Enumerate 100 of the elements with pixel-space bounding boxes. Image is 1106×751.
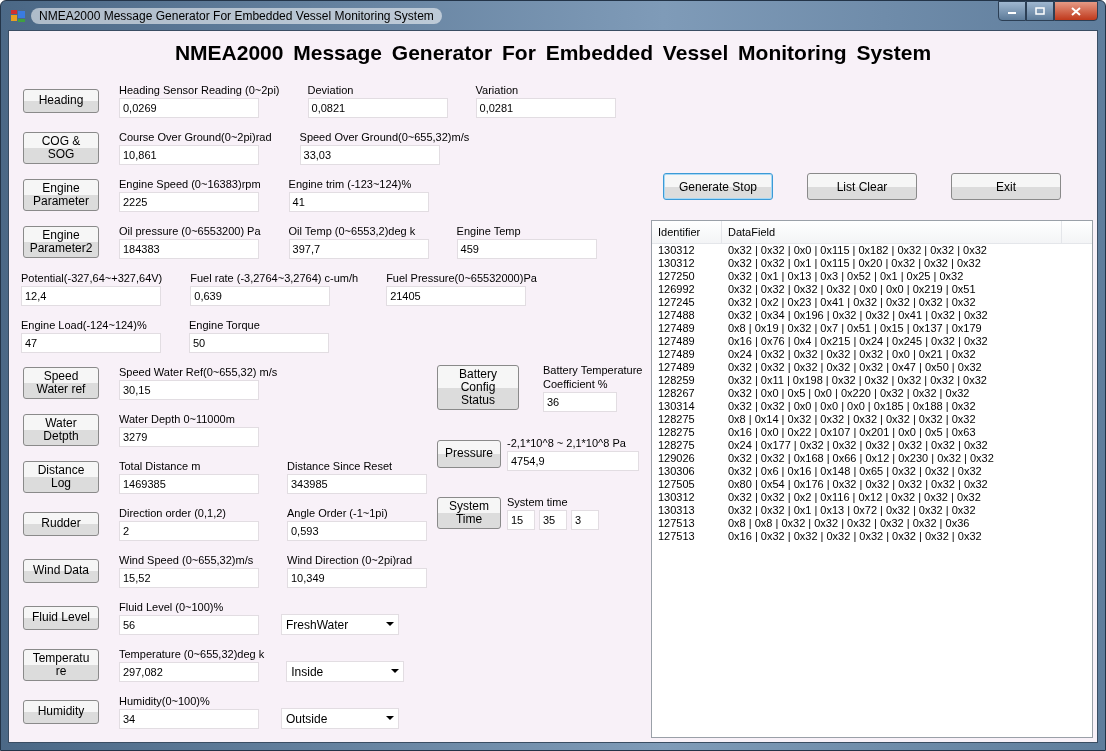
input-field[interactable]: 2 [119,521,259,541]
table-cell-text: 128267 [657,387,696,400]
table-cell-text: 127513 [657,530,696,543]
minimize-button[interactable] [998,1,1026,21]
field-label: Wind Speed (0~655,32)m/s [119,553,254,567]
input-field[interactable]: 10,349 [287,568,427,588]
table-cell-text: 0x32 | 0x0 | 0x5 | 0x0 | 0x220 | 0x32 | 0x32 | 0x32 [727,387,970,400]
input-field[interactable]: 297,082 [119,662,259,682]
table-cell-text: 0x24 | 0x177 | 0x32 | 0x32 | 0x32 | 0x32 | 0x32 | 0x32 [727,439,988,452]
column-header[interactable]: Identifier [652,221,722,243]
input-field[interactable]: 3279 [119,427,259,447]
action-button[interactable]: Exit [951,173,1061,200]
field-label: System time [507,495,568,509]
table-cell-text: 128275 [657,413,696,426]
input-field[interactable]: 459 [456,239,597,259]
table-cell-text: 0x8 | 0x19 | 0x32 | 0x7 | 0x51 | 0x15 | 0x137 | 0x179 [727,322,982,335]
app-icon [10,7,26,24]
field-label: Speed Over Ground(0~655,32)m/s [299,130,470,144]
input-field[interactable]: 30,15 [119,380,259,400]
close-button[interactable] [1054,1,1098,21]
table-cell-text: 0x16 | 0x0 | 0x22 | 0x107 | 0x201 | 0x0 | 0x5 | 0x63 [727,426,976,439]
input-field[interactable]: 33,03 [299,145,440,165]
column-header[interactable]: DataField [722,221,1062,243]
command-button[interactable]: COG & SOG [23,131,99,164]
maximize-button[interactable] [1026,1,1054,21]
table-cell-text: 130306 [657,465,696,478]
dropdown[interactable]: FreshWater [281,614,399,635]
input-field[interactable]: 3 [571,510,599,530]
input-field[interactable]: 0,639 [190,286,331,306]
input-field[interactable]: 41 [288,192,429,212]
input-field[interactable]: 4754,9 [507,451,639,471]
table-cell-text: 127250 [657,270,696,283]
window-title: NMEA2000 Message Generator For Embedded Vessel Monitoring System [31,7,442,24]
input-field[interactable]: 50 [189,333,329,353]
command-button[interactable]: Water Detpth [23,413,99,446]
input-field[interactable]: 0,593 [287,521,427,541]
maximize-icon [1035,7,1045,15]
input-field[interactable]: 1469385 [119,474,259,494]
command-button[interactable]: Rudder [23,511,99,536]
command-button[interactable]: Temperatu re [23,648,99,681]
input-field[interactable]: 184383 [119,239,259,259]
command-button[interactable]: Distance Log [23,460,99,493]
input-field[interactable]: 0,0821 [307,98,448,118]
input-field[interactable]: 15,52 [119,568,259,588]
table-cell-text: 0x8 | 0x8 | 0x32 | 0x32 | 0x32 | 0x32 | 0x32 | 0x36 [727,517,970,530]
action-button[interactable]: List Clear [807,173,917,200]
table-cell-text: 0x32 | 0x32 | 0x2 | 0x116 | 0x12 | 0x32 | 0x32 | 0x32 [727,491,981,504]
table-cell-text: 127245 [657,296,696,309]
field-label: Speed Water Ref(0~655,32) m/s [119,365,278,379]
field-label: Temperature (0~655,32)deg k [119,647,265,661]
command-button[interactable]: Humidity [23,699,99,724]
command-button[interactable]: Engine Parameter2 [23,225,99,258]
table-cell-text: 0x8 | 0x14 | 0x32 | 0x32 | 0x32 | 0x32 | 0x32 | 0x32 [727,413,976,426]
table-cell-text: 127489 [657,361,696,374]
input-field[interactable]: 34 [119,709,259,729]
input-field[interactable]: 0,0281 [475,98,616,118]
dropdown[interactable]: Outside [281,708,399,729]
input-field[interactable]: 21405 [386,286,527,306]
caret-icon [386,716,394,721]
field-label: Angle Order (-1~1pi) [287,506,388,520]
input-field[interactable]: 10,861 [119,145,259,165]
input-field[interactable]: 35 [539,510,567,530]
table-cell-text: 0x32 | 0x32 | 0x0 | 0x115 | 0x182 | 0x32 | 0x32 | 0x32 [727,244,987,257]
input-field[interactable]: 15 [507,510,535,530]
command-button[interactable]: Engine Parameter [23,178,99,211]
command-button[interactable]: Fluid Level [23,605,99,630]
field-label: Humidity(0~100)% [119,694,210,708]
table-cell-text: 0x16 | 0x76 | 0x4 | 0x215 | 0x24 | 0x245 | 0x32 | 0x32 [727,335,988,348]
input-field[interactable]: 397,7 [288,239,429,259]
field-label: Engine Load(-124~124)% [21,318,147,332]
input-field[interactable]: 0,0269 [119,98,259,118]
table-cell-text: 0x32 | 0x6 | 0x16 | 0x148 | 0x65 | 0x32 | 0x32 | 0x32 [727,465,982,478]
table-cell-text: 0x32 | 0x34 | 0x196 | 0x32 | 0x32 | 0x41 | 0x32 | 0x32 [727,309,988,322]
command-button[interactable]: Heading [23,88,99,113]
table-cell-text: 127488 [657,309,696,322]
table-cell-text: 0x32 | 0x32 | 0x32 | 0x32 | 0x32 | 0x47 | 0x50 | 0x32 [727,361,982,374]
input-field[interactable]: 36 [543,392,617,412]
table-cell-text: 0x32 | 0x11 | 0x198 | 0x32 | 0x32 | 0x32 | 0x32 | 0x32 [727,374,987,387]
input-field[interactable]: 12,4 [21,286,161,306]
command-button[interactable]: Battery Config Status [437,365,519,410]
table-cell-text: 127489 [657,348,696,361]
field-label: Course Over Ground(0~2pi)rad [119,130,272,144]
command-button[interactable]: Wind Data [23,558,99,583]
action-button[interactable]: Generate Stop [663,173,773,200]
command-button[interactable]: Speed Water ref [23,366,99,399]
input-field[interactable]: 2225 [119,192,259,212]
field-label: Fuel rate (-3,2764~3,2764) c-um/h [190,271,359,285]
field-label: -2,1*10^8 ~ 2,1*10^8 Pa [507,436,626,450]
command-button[interactable]: Pressure [437,439,501,468]
field-label: Oil pressure (0~6553200) Pa [119,224,261,238]
input-field[interactable]: 47 [21,333,161,353]
input-field[interactable]: 343985 [287,474,427,494]
table-cell-text: 130312 [657,244,696,257]
field-label: Oil Temp (0~6553,2)deg k [288,224,416,238]
field-label: Deviation [307,83,354,97]
input-field[interactable]: 56 [119,615,259,635]
table-cell-text: 127489 [657,335,696,348]
command-button[interactable]: System Time [437,496,501,529]
table-cell-text: 127513 [657,517,696,530]
dropdown[interactable]: Inside [286,661,405,682]
